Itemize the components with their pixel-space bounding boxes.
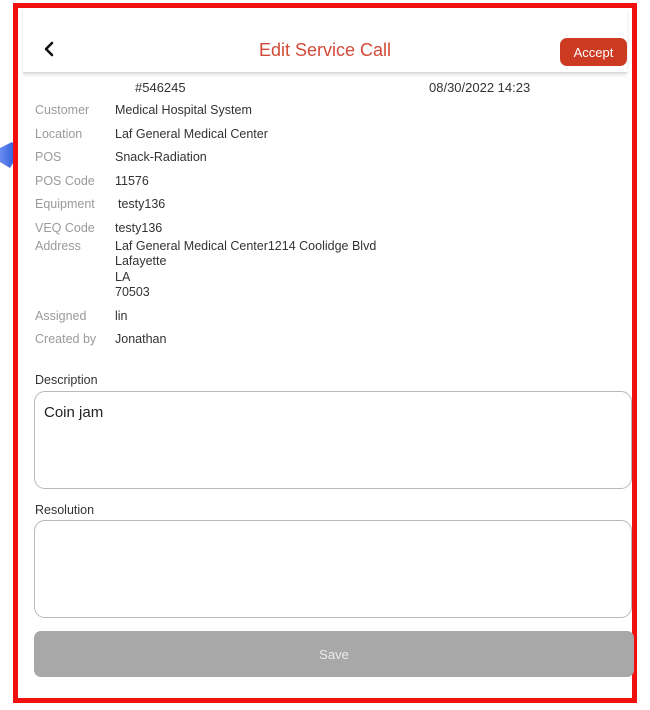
customer-row: Customer Medical Hospital System [35, 103, 625, 127]
location-value: Laf General Medical Center [115, 126, 268, 141]
address-line: Lafayette [115, 254, 167, 268]
address-row: Address Laf General Medical Center1214 C… [35, 239, 625, 309]
equipment-label: Equipment [35, 197, 95, 211]
address-line: Laf General Medical Center1214 Coolidge … [115, 238, 377, 253]
address-line: 70503 [115, 285, 150, 299]
address-value: Laf General Medical Center1214 Coolidge … [115, 239, 376, 301]
veq-code-label: VEQ Code [35, 220, 95, 235]
pos-code-row: POS Code 11576 [35, 174, 625, 198]
page-title: Edit Service Call [258, 40, 392, 60]
call-id: #546245 [135, 80, 186, 95]
screen-frame: Edit Service Call Accept #546245 08/30/2… [13, 3, 637, 703]
address-line: LA [115, 269, 131, 284]
call-datetime: 08/30/2022 14:23 [429, 80, 531, 95]
address-label: Address [35, 238, 81, 253]
created-by-value: Jonathan [115, 332, 167, 346]
resolution-textarea[interactable] [34, 520, 632, 618]
pos-label: POS [35, 150, 62, 164]
pos-code-label: POS Code [35, 173, 95, 188]
description-label: Description [35, 373, 98, 387]
customer-label: Customer [35, 103, 90, 117]
equipment-value: testy136 [118, 197, 166, 211]
call-details: Customer Medical Hospital System Locatio… [35, 103, 625, 356]
description-textarea[interactable]: Coin jam [34, 391, 632, 489]
equipment-row: Equipment testy136 [35, 197, 625, 221]
assigned-value: lin [115, 308, 128, 323]
created-by-label: Created by [35, 332, 97, 346]
assigned-label: Assigned [35, 308, 87, 323]
description-text: Coin jam [44, 404, 104, 421]
nav-header: Edit Service Call Accept [23, 8, 627, 73]
veq-code-row: VEQ Code testy136 [35, 221, 625, 239]
assigned-row: Assigned lin [35, 309, 625, 333]
pos-row: POS Snack-Radiation [35, 150, 625, 174]
pos-code-value: 11576 [115, 173, 149, 188]
resolution-label: Resolution [35, 503, 95, 517]
customer-value: Medical Hospital System [115, 103, 252, 117]
save-button[interactable]: Save [34, 631, 634, 677]
location-row: Location Laf General Medical Center [35, 127, 625, 151]
accept-button[interactable]: Accept [560, 38, 627, 66]
created-by-row: Created by Jonathan [35, 332, 625, 356]
veq-code-value: testy136 [115, 220, 163, 235]
pos-value: Snack-Radiation [115, 150, 207, 164]
location-label: Location [35, 126, 83, 141]
